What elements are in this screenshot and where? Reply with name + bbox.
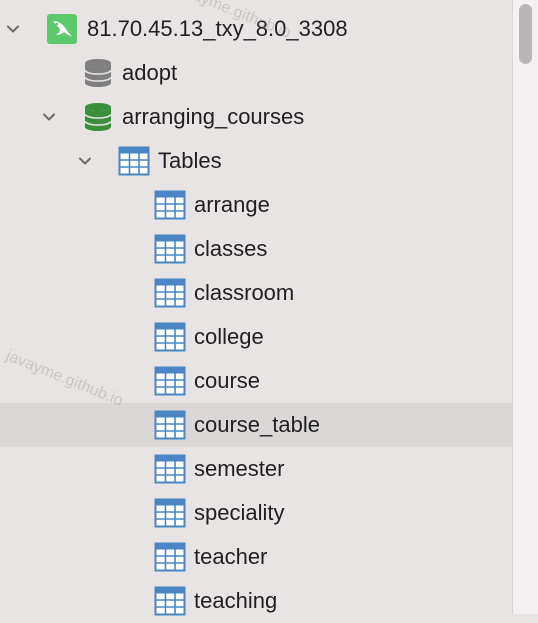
table-label: teacher xyxy=(194,544,268,569)
tree-row-connection[interactable]: 81.70.45.13_txy_8.0_3308 xyxy=(0,7,512,51)
tree-row-table[interactable]: speciality xyxy=(0,491,512,535)
tree-row-tables-folder[interactable]: Tables xyxy=(0,139,512,183)
table-icon xyxy=(154,189,186,221)
database-label: arranging_courses xyxy=(122,104,305,129)
table-icon xyxy=(154,277,186,309)
table-icon xyxy=(154,365,186,397)
table-label: speciality xyxy=(194,500,285,525)
navigator-tree: 81.70.45.13_txy_8.0_3308 adopt arranging… xyxy=(0,0,512,616)
table-icon xyxy=(154,453,186,485)
table-label: college xyxy=(194,324,264,349)
tree-row-table[interactable]: course_table xyxy=(0,403,512,447)
connection-label: 81.70.45.13_txy_8.0_3308 xyxy=(87,16,348,41)
tree-row-table[interactable]: teacher xyxy=(0,535,512,579)
table-label: teaching xyxy=(194,588,278,613)
table-icon xyxy=(154,321,186,353)
database-icon xyxy=(82,57,114,89)
table-icon xyxy=(118,145,150,177)
scrollbar-thumb[interactable] xyxy=(519,4,532,64)
table-icon xyxy=(154,497,186,529)
tree-row-table[interactable]: arrange xyxy=(0,183,512,227)
table-label: course xyxy=(194,368,261,393)
table-label: course_table xyxy=(194,412,320,437)
tree-row-table[interactable]: teaching xyxy=(0,579,512,623)
tree-row-table[interactable]: semester xyxy=(0,447,512,491)
table-icon xyxy=(154,233,186,265)
mysql-dolphin-icon xyxy=(46,13,78,45)
chevron-down-icon[interactable] xyxy=(78,154,92,168)
tree-row-table[interactable]: classroom xyxy=(0,271,512,315)
table-icon xyxy=(154,409,186,441)
tree-row-table[interactable]: course xyxy=(0,359,512,403)
tables-folder-label: Tables xyxy=(158,148,222,173)
table-label: semester xyxy=(194,456,285,481)
table-label: classroom xyxy=(194,280,295,305)
table-icon xyxy=(154,541,186,573)
database-label: adopt xyxy=(122,60,178,85)
chevron-down-icon[interactable] xyxy=(6,22,20,36)
chevron-down-icon[interactable] xyxy=(42,110,56,124)
tree-row-database[interactable]: arranging_courses xyxy=(0,95,512,139)
tree-row-table[interactable]: classes xyxy=(0,227,512,271)
vertical-scrollbar[interactable] xyxy=(512,0,538,614)
table-label: arrange xyxy=(194,192,270,217)
table-label: classes xyxy=(194,236,268,261)
tree-row-database[interactable]: adopt xyxy=(0,51,512,95)
database-icon xyxy=(82,101,114,133)
tree-row-table[interactable]: college xyxy=(0,315,512,359)
table-icon xyxy=(154,585,186,617)
